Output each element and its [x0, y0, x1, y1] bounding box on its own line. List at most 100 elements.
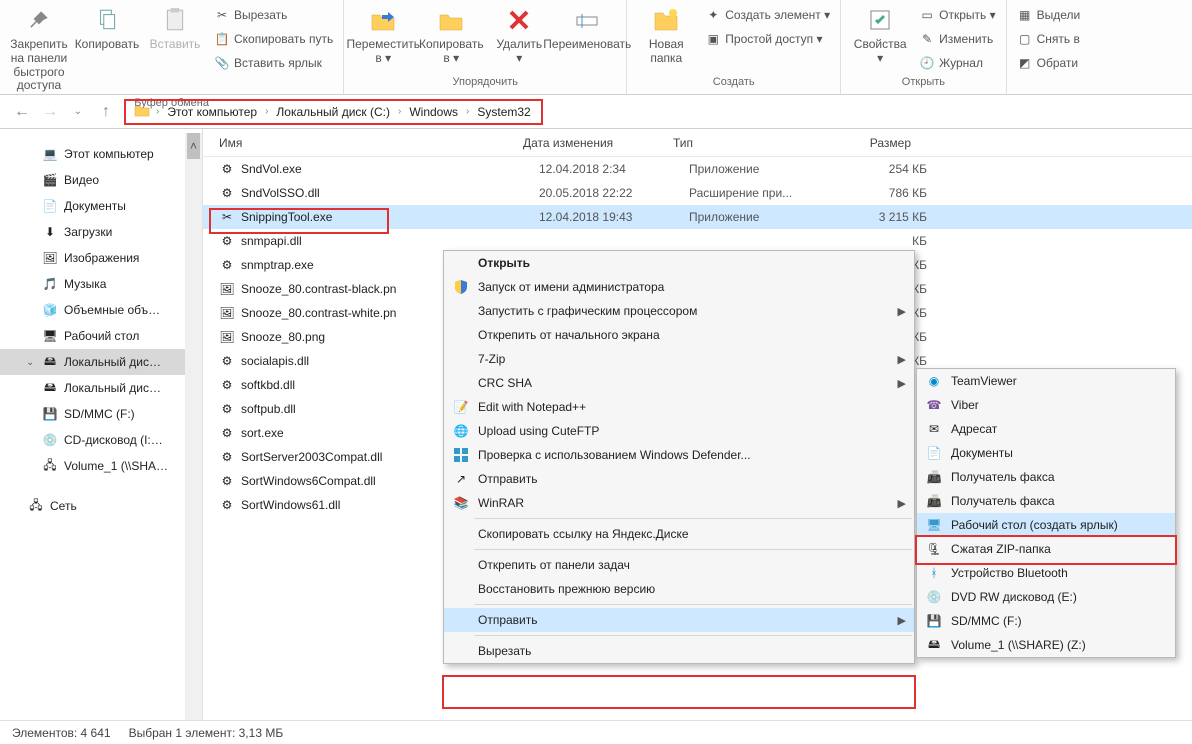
teamviewer-icon: ◉: [925, 372, 943, 390]
ctx-cut[interactable]: Вырезать: [444, 639, 914, 663]
ctx-yandex[interactable]: Скопировать ссылку на Яндекс.Диске: [444, 522, 914, 546]
ctx-7zip[interactable]: 7-Zip▶: [444, 347, 914, 371]
new-item-button[interactable]: ✦Создать элемент ▾: [701, 4, 834, 26]
context-menu: Открыть Запуск от имени администратора З…: [443, 250, 915, 664]
tree-item-8[interactable]: ⌄🖴Локальный дис…: [0, 349, 202, 375]
file-row[interactable]: ⚙SndVol.exe12.04.2018 2:34Приложение254 …: [203, 157, 1192, 181]
col-date-header[interactable]: Дата изменения: [523, 136, 673, 150]
col-name-header[interactable]: Имя: [203, 136, 523, 150]
new-folder-button[interactable]: Новаяпапка: [633, 2, 699, 68]
group-open-label: Открыть: [902, 74, 945, 92]
tree-icon: 🧊: [42, 302, 58, 318]
select-none-button[interactable]: ▢Снять в: [1013, 28, 1085, 50]
file-icon: ⚙: [219, 401, 235, 417]
tree-item-0[interactable]: 💻Этот компьютер: [0, 141, 202, 167]
crumb-pc[interactable]: Этот компьютер: [165, 105, 259, 119]
back-button[interactable]: ←: [12, 103, 32, 121]
tree-item-3[interactable]: ⬇Загрузки: [0, 219, 202, 245]
file-row[interactable]: ✂SnippingTool.exe12.04.2018 19:43Приложе…: [203, 205, 1192, 229]
tree-item-12[interactable]: 🖧Volume_1 (\\SHA…: [0, 453, 202, 479]
breadcrumb[interactable]: › Этот компьютер › Локальный диск (C:) ›…: [124, 99, 543, 125]
ctx-runas[interactable]: Запуск от имени администратора: [444, 275, 914, 299]
tree-item-2[interactable]: 📄Документы: [0, 193, 202, 219]
ctx-notepad[interactable]: 📝Edit with Notepad++: [444, 395, 914, 419]
ctx-crc[interactable]: CRC SHA▶: [444, 371, 914, 395]
select-all-button[interactable]: ▦Выдели: [1013, 4, 1085, 26]
tree-item-4[interactable]: 🖼Изображения: [0, 245, 202, 271]
history-button[interactable]: 🕘Журнал: [915, 52, 999, 74]
copy-path-button[interactable]: 📋Скопировать путь: [210, 28, 337, 50]
move-to-button[interactable]: Переместитьв ▾: [350, 2, 416, 68]
crumb-windows[interactable]: Windows: [407, 105, 460, 119]
history-icon: 🕘: [919, 55, 935, 71]
sub-vol[interactable]: 🖴Volume_1 (\\SHARE) (Z:): [917, 633, 1175, 657]
up-button[interactable]: ↑: [96, 103, 116, 121]
sub-recipient[interactable]: ✉Адресат: [917, 417, 1175, 441]
sub-desktop[interactable]: 🖥Рабочий стол (создать ярлык): [917, 513, 1175, 537]
sub-zip[interactable]: 🗜Сжатая ZIP-папка: [917, 537, 1175, 561]
ctx-winrar[interactable]: 📚WinRAR▶: [444, 491, 914, 515]
ctx-share[interactable]: ↗Отправить: [444, 467, 914, 491]
delete-button[interactable]: Удалить▾: [486, 2, 552, 68]
file-icon: ⚙: [219, 425, 235, 441]
tree-item-1[interactable]: 🎬Видео: [0, 167, 202, 193]
tree-item-7[interactable]: 🖥Рабочий стол: [0, 323, 202, 349]
col-size-header[interactable]: Размер: [821, 136, 921, 150]
winrar-icon: 📚: [452, 494, 470, 512]
tree-scrollbar[interactable]: ˄: [185, 133, 202, 720]
copy-to-button[interactable]: Копироватьв ▾: [418, 2, 484, 68]
crumb-c[interactable]: Локальный диск (C:): [274, 105, 392, 119]
sub-fax2[interactable]: 📠Получатель факса: [917, 489, 1175, 513]
ctx-send[interactable]: Отправить▶: [444, 608, 914, 632]
file-icon: ⚙: [219, 377, 235, 393]
tree-icon: ⬇: [42, 224, 58, 240]
easy-access-button[interactable]: ▣Простой доступ ▾: [701, 28, 834, 50]
file-row[interactable]: ⚙SndVolSSO.dll20.05.2018 22:22Расширение…: [203, 181, 1192, 205]
edit-button[interactable]: ✎Изменить: [915, 28, 999, 50]
tree-item-5[interactable]: 🎵Музыка: [0, 271, 202, 297]
newfolder-icon: [650, 4, 682, 36]
send-submenu: ◉TeamViewer ☎Viber ✉Адресат 📄Документы 📠…: [916, 368, 1176, 658]
col-type-header[interactable]: Тип: [673, 136, 821, 150]
ctx-defender[interactable]: Проверка с использованием Windows Defend…: [444, 443, 914, 467]
pin-button[interactable]: Закрепить на панели быстрого доступа: [6, 2, 72, 95]
crumb-system32[interactable]: System32: [475, 105, 532, 119]
sub-teamviewer[interactable]: ◉TeamViewer: [917, 369, 1175, 393]
ctx-unpin-start[interactable]: Открепить от начального экрана: [444, 323, 914, 347]
tree-icon: 🖥: [42, 328, 58, 344]
move-icon: [367, 4, 399, 36]
ctx-restore[interactable]: Восстановить прежнюю версию: [444, 577, 914, 601]
tree-item-6[interactable]: 🧊Объемные объ…: [0, 297, 202, 323]
invert-icon: ◩: [1017, 55, 1033, 71]
tree-icon: 💻: [42, 146, 58, 162]
tree-item-10[interactable]: 💾SD/MMC (F:): [0, 401, 202, 427]
ctx-open[interactable]: Открыть: [444, 251, 914, 275]
copy-button[interactable]: Копировать: [74, 2, 140, 54]
newitem-icon: ✦: [705, 7, 721, 23]
tree-item-11[interactable]: 💿CD-дисковод (I:…: [0, 427, 202, 453]
sub-docs[interactable]: 📄Документы: [917, 441, 1175, 465]
sub-viber[interactable]: ☎Viber: [917, 393, 1175, 417]
ctx-gpu[interactable]: Запустить с графическим процессором▶: [444, 299, 914, 323]
paste-shortcut-button[interactable]: 📎Вставить ярлык: [210, 52, 337, 74]
recent-button[interactable]: ⌄: [68, 106, 88, 117]
paste-button[interactable]: Вставить: [142, 2, 208, 54]
sub-sd[interactable]: 💾SD/MMC (F:): [917, 609, 1175, 633]
tree-network[interactable]: 🖧 Сеть: [0, 493, 202, 519]
invert-button[interactable]: ◩Обрати: [1013, 52, 1085, 74]
properties-button[interactable]: Свойства▾: [847, 2, 913, 68]
forward-button[interactable]: →: [40, 103, 60, 121]
tree-icon: 🎵: [42, 276, 58, 292]
ctx-cuteftp[interactable]: 🌐Upload using CuteFTP: [444, 419, 914, 443]
sub-fax1[interactable]: 📠Получатель факса: [917, 465, 1175, 489]
rename-button[interactable]: Переименовать: [554, 2, 620, 54]
sub-bluetooth[interactable]: ᚼУстройство Bluetooth: [917, 561, 1175, 585]
cut-button[interactable]: ✂Вырезать: [210, 4, 337, 26]
ctx-unpin-tb[interactable]: Открепить от панели задач: [444, 553, 914, 577]
tree-icon: 🖴: [42, 354, 58, 370]
open-button[interactable]: ▭Открыть ▾: [915, 4, 999, 26]
scissors-icon: ✂: [214, 7, 230, 23]
tree-item-9[interactable]: 🖴Локальный дис…: [0, 375, 202, 401]
tree-icon: 🖧: [42, 458, 58, 474]
sub-dvd[interactable]: 💿DVD RW дисковод (E:): [917, 585, 1175, 609]
